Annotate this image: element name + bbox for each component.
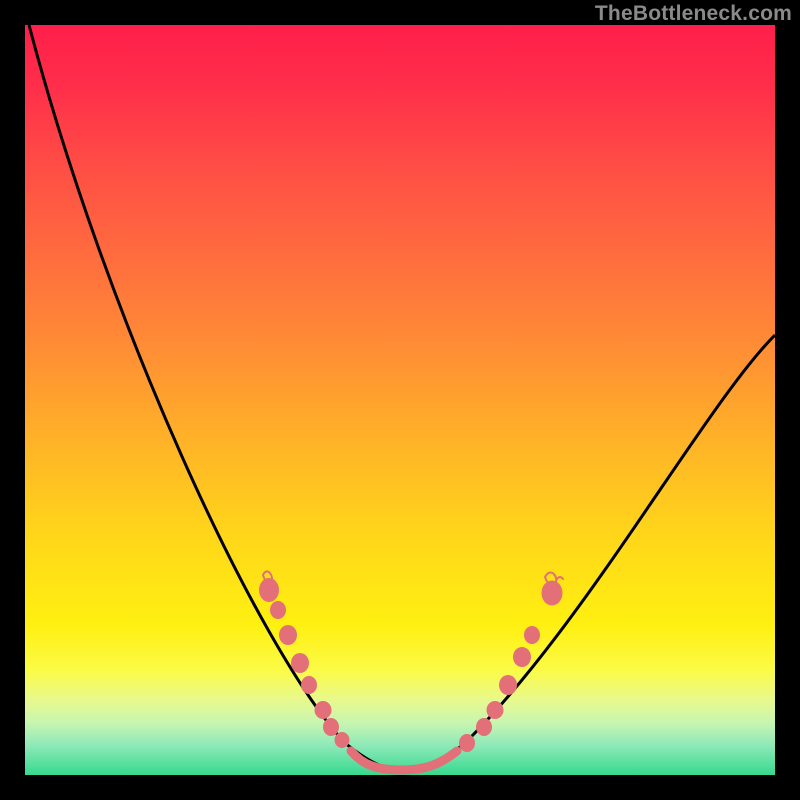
chart-frame: TheBottleneck.com xyxy=(0,0,800,800)
plot-area xyxy=(25,25,775,775)
watermark-text: TheBottleneck.com xyxy=(595,2,792,26)
